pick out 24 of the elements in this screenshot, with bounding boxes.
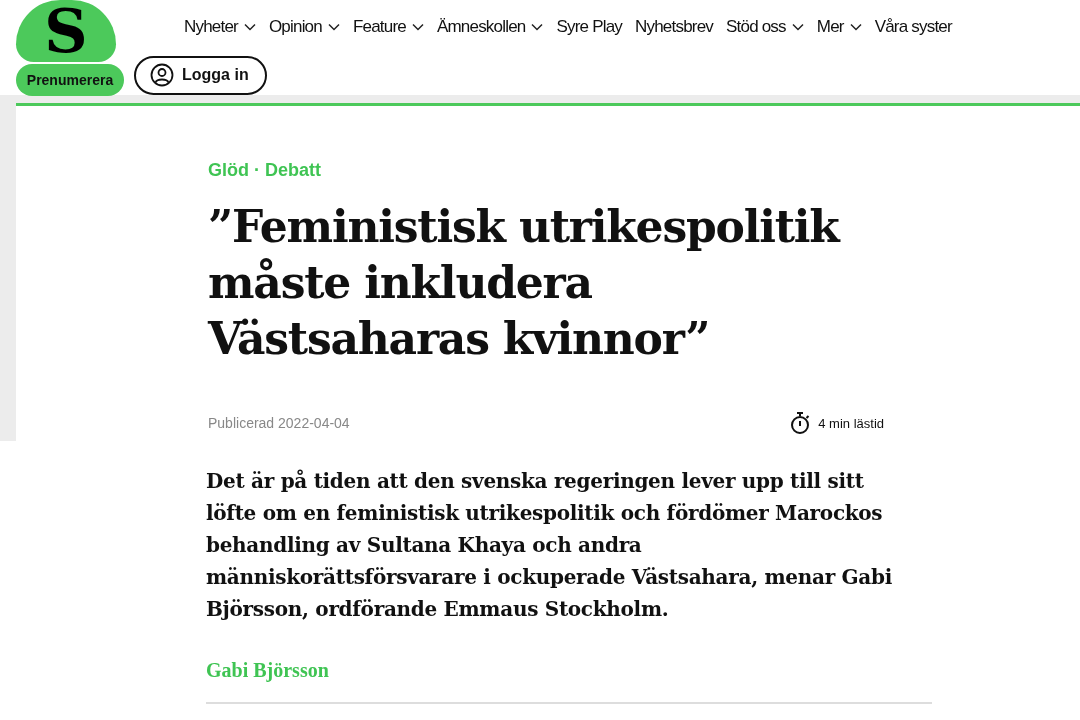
chevron-down-icon <box>791 22 804 31</box>
chevron-down-icon <box>411 22 424 31</box>
nav-item[interactable]: Syre Play <box>556 14 623 40</box>
article-lead: Det är på tiden att den svenska regeringen lever upp till sitt löfte om en feministisk utrikespolitik och fördömer Marockos behandling av Sultana Khaya och andra människorättsförsvarare i ockuperade Västsahara, menar Gabi Björsson, ordförande Emmaus Stockholm. <box>206 468 893 623</box>
nav-item[interactable]: Våra syster <box>874 14 952 40</box>
logo[interactable]: S <box>16 0 116 62</box>
nav-item[interactable]: Nyheter <box>184 14 256 40</box>
user-icon <box>150 63 174 88</box>
article-title: ”Feministisk utrikespolitik måste inkludera Västsaharas kvinnor” <box>208 200 842 366</box>
nav-item[interactable]: Ämneskollen <box>436 14 544 40</box>
nav-item[interactable]: Feature <box>352 14 424 40</box>
nav-item[interactable]: Nyhetsbrev <box>635 14 713 40</box>
nav-item[interactable]: Opinion <box>268 14 340 40</box>
reading-time: 4 min lästid <box>818 415 884 431</box>
nav-item[interactable]: Mer <box>816 14 862 40</box>
logo-letter: S <box>44 0 88 62</box>
chevron-down-icon <box>849 22 862 31</box>
chevron-down-icon <box>243 22 256 31</box>
chevron-down-icon <box>531 22 544 31</box>
subscribe-button[interactable]: Prenumerera <box>16 64 124 96</box>
nav-item[interactable]: Stöd oss <box>726 14 804 40</box>
chevron-down-icon <box>327 22 340 31</box>
login-button[interactable]: Logga in <box>134 55 267 95</box>
publish-date: Publicerad 2022-04-04 <box>208 415 350 431</box>
